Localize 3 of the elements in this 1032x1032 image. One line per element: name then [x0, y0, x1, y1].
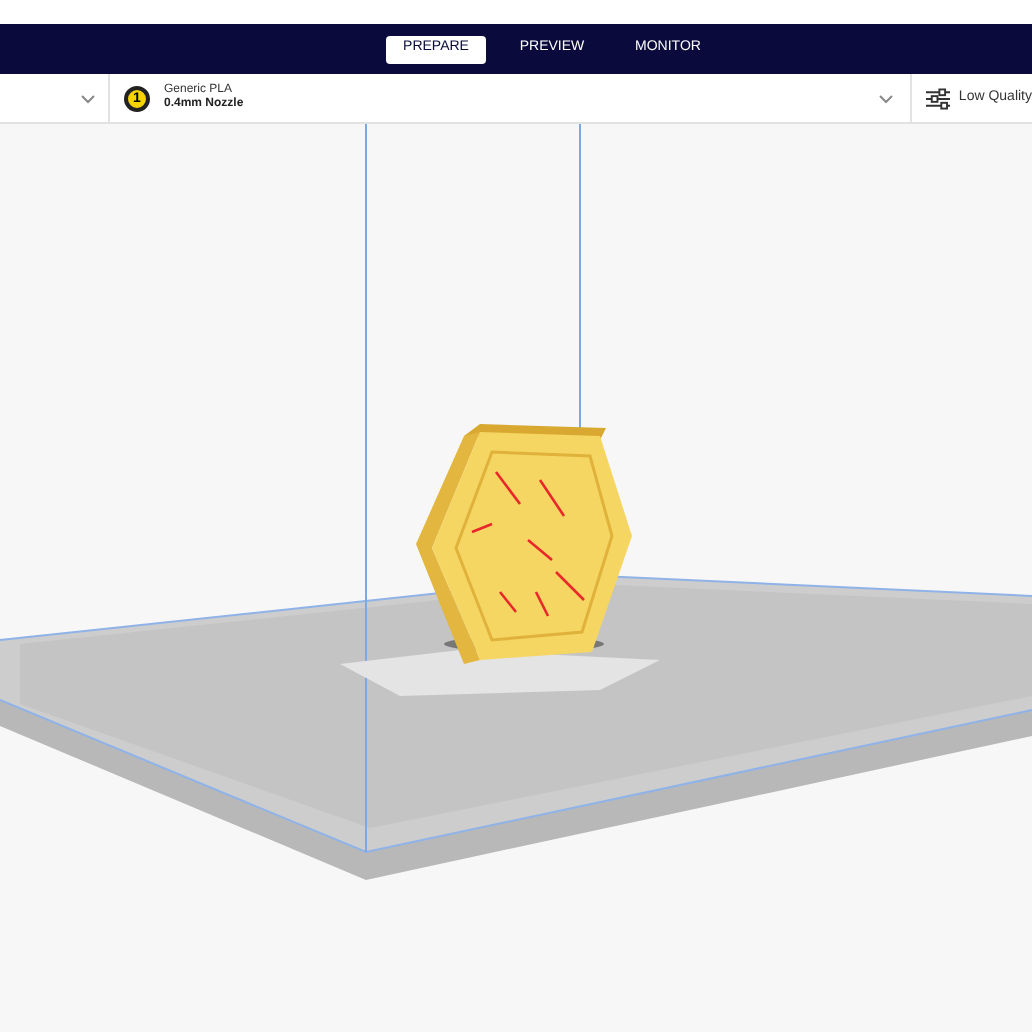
chevron-down-icon	[80, 93, 96, 103]
settings-sliders-icon	[926, 87, 951, 109]
chevron-down-icon	[878, 93, 894, 103]
